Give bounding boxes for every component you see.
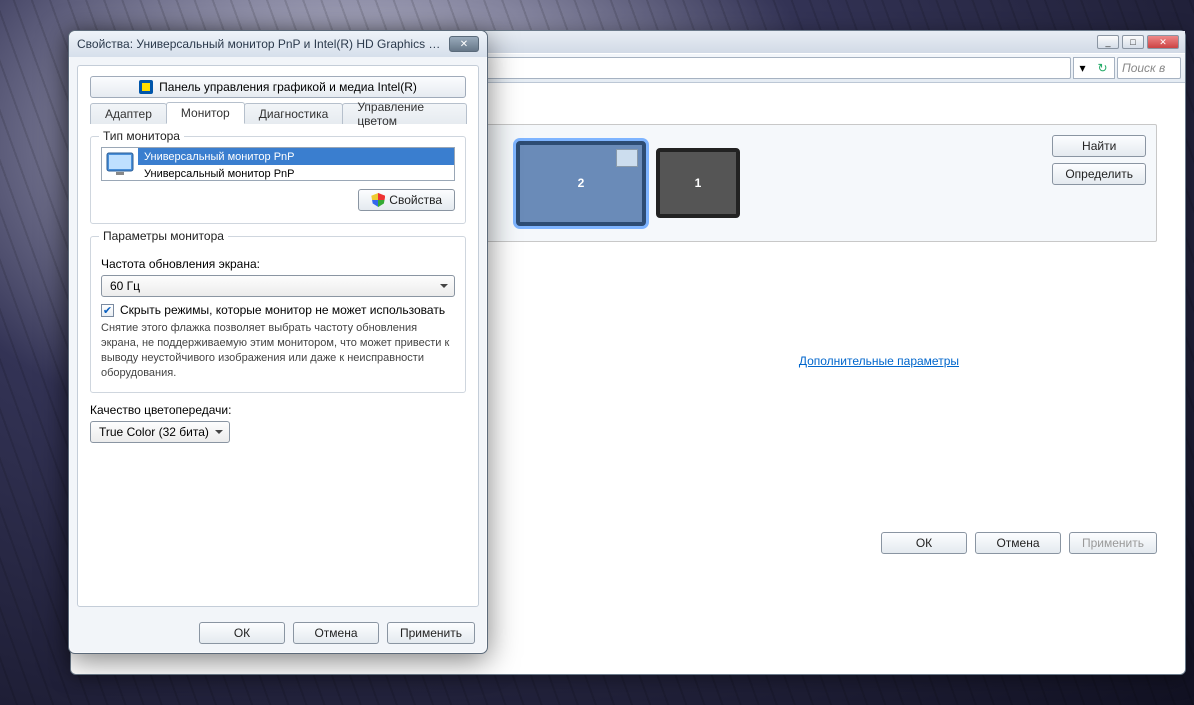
tab-monitor[interactable]: Монитор <box>166 102 245 124</box>
properties-label: Свойства <box>389 193 442 207</box>
tab-adapter[interactable]: Адаптер <box>90 103 167 124</box>
refresh-rate-label: Частота обновления экрана: <box>101 257 455 271</box>
tab-bar: Адаптер Монитор Диагностика Управление ц… <box>90 102 466 124</box>
monitor-list[interactable]: Универсальный монитор PnP Универсальный … <box>101 147 455 181</box>
monitor-thumb-2[interactable]: 2 <box>516 141 646 226</box>
advanced-settings-link[interactable]: Дополнительные параметры <box>799 354 959 368</box>
maximize-button[interactable]: □ <box>1122 35 1144 49</box>
dialog-title: Свойства: Универсальный монитор PnP и In… <box>77 37 443 51</box>
cancel-button[interactable]: Отмена <box>975 532 1061 554</box>
find-button[interactable]: Найти <box>1052 135 1146 157</box>
display-icon <box>616 149 638 167</box>
shield-icon <box>371 193 385 207</box>
monitor-number: 1 <box>695 176 702 190</box>
close-button[interactable]: ✕ <box>1147 35 1179 49</box>
tab-color-management[interactable]: Управление цветом <box>342 103 467 124</box>
intel-graphics-button[interactable]: Панель управления графикой и медиа Intel… <box>90 76 466 98</box>
properties-button[interactable]: Свойства <box>358 189 455 211</box>
close-icon[interactable]: ✕ <box>449 36 479 52</box>
hide-modes-help: Снятие этого флажка позволяет выбрать ча… <box>101 321 455 380</box>
hide-modes-label: Скрыть режимы, которые монитор не может … <box>120 303 445 317</box>
monitor-icon <box>102 148 138 180</box>
apply-button[interactable]: Применить <box>1069 532 1157 554</box>
ok-button[interactable]: ОК <box>199 622 285 644</box>
dialog-body: Панель управления графикой и медиа Intel… <box>77 65 479 607</box>
dropdown-button[interactable]: ▾ <box>1073 57 1091 79</box>
monitor-properties-dialog: Свойства: Универсальный монитор PnP и In… <box>68 30 488 654</box>
color-quality-label: Качество цветопередачи: <box>90 403 466 417</box>
list-item[interactable]: Универсальный монитор PnP <box>138 148 454 165</box>
detect-button[interactable]: Определить <box>1052 163 1146 185</box>
cancel-button[interactable]: Отмена <box>293 622 379 644</box>
intel-icon <box>139 80 153 94</box>
monitor-number: 2 <box>578 176 585 190</box>
intel-button-label: Панель управления графикой и медиа Intel… <box>159 80 417 94</box>
search-input[interactable]: Поиск в <box>1117 57 1181 79</box>
dialog-titlebar[interactable]: Свойства: Универсальный монитор PnP и In… <box>69 31 487 57</box>
refresh-rate-combo[interactable]: 60 Гц <box>101 275 455 297</box>
monitor-params-group: Параметры монитора Частота обновления эк… <box>90 236 466 393</box>
group-label: Параметры монитора <box>99 229 228 243</box>
apply-button[interactable]: Применить <box>387 622 475 644</box>
ok-button[interactable]: ОК <box>881 532 967 554</box>
list-item[interactable]: Универсальный монитор PnP <box>138 165 454 182</box>
hide-modes-checkbox[interactable]: ✔ <box>101 304 114 317</box>
color-quality-combo[interactable]: True Color (32 бита) <box>90 421 230 443</box>
tab-diagnostics[interactable]: Диагностика <box>244 103 344 124</box>
monitor-type-group: Тип монитора Универсальный монитор PnP У… <box>90 136 466 224</box>
dialog-footer: ОК Отмена Применить <box>69 613 487 653</box>
group-label: Тип монитора <box>99 129 184 143</box>
minimize-button[interactable]: _ <box>1097 35 1119 49</box>
refresh-button[interactable]: ↻ <box>1091 57 1115 79</box>
monitor-thumb-1[interactable]: 1 <box>656 148 740 218</box>
